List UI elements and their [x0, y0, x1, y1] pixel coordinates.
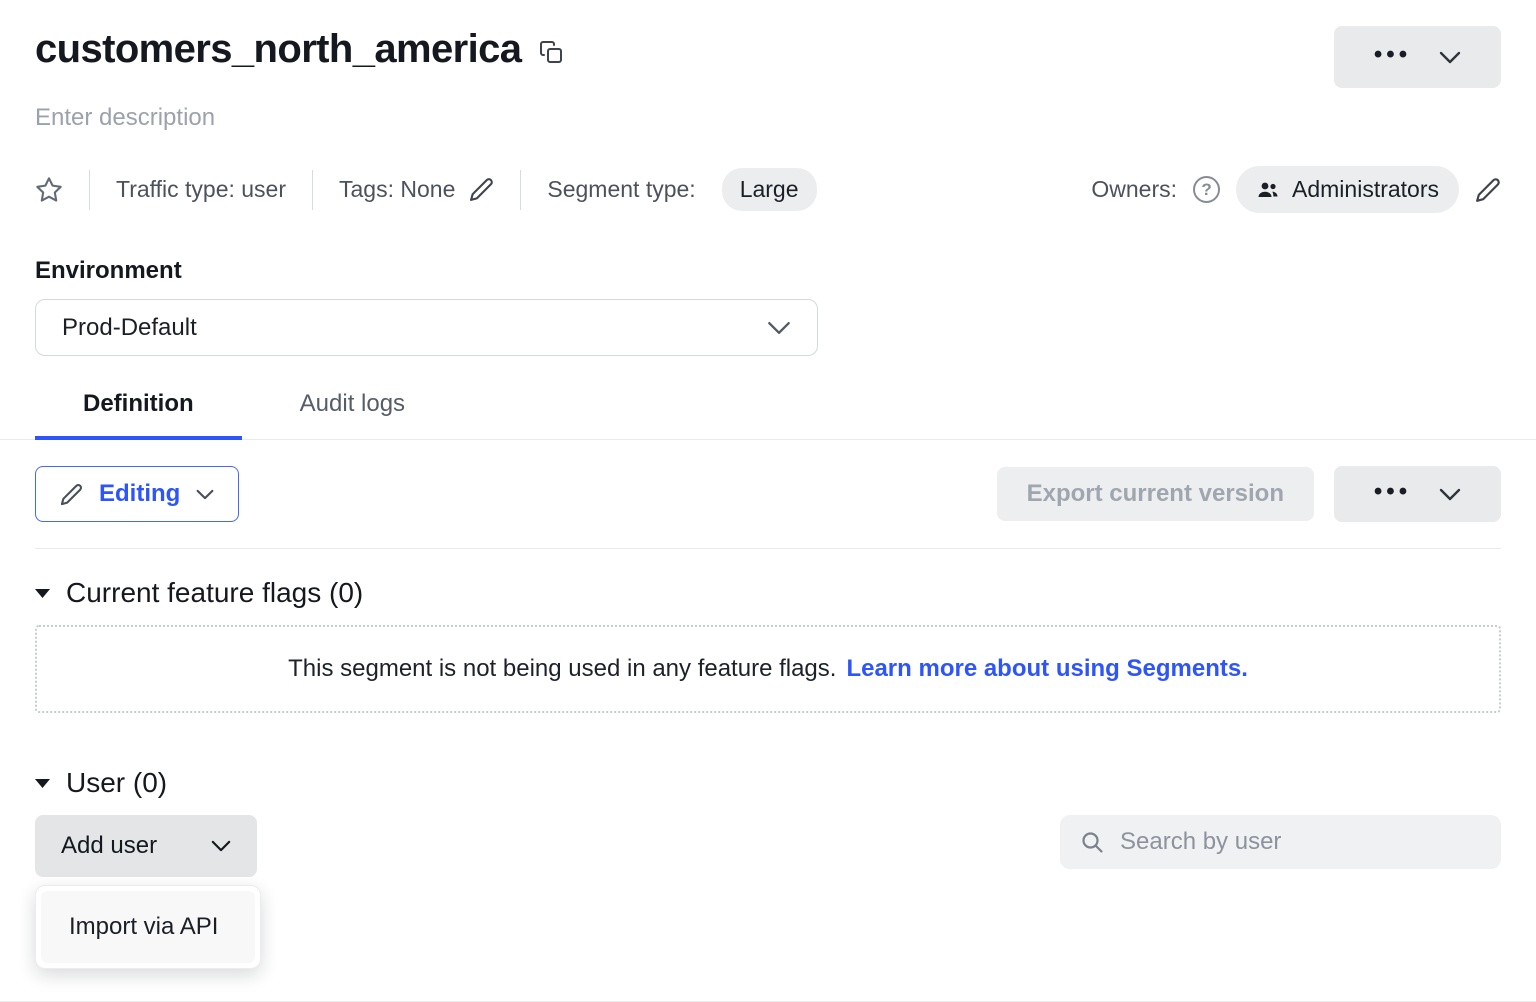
chevron-down-icon	[767, 321, 791, 335]
learn-more-link[interactable]: Learn more about using Segments.	[846, 655, 1247, 683]
traffic-type-label: Traffic type: user	[116, 176, 286, 203]
tab-definition[interactable]: Definition	[35, 390, 242, 440]
add-user-dropdown-menu: Import via API	[35, 885, 261, 969]
pencil-icon	[60, 483, 83, 506]
toolbar-more-menu-button[interactable]: •••	[1334, 466, 1501, 522]
edit-owners-icon[interactable]	[1475, 177, 1501, 203]
owners-value: Administrators	[1292, 176, 1439, 203]
editing-mode-button[interactable]: Editing	[35, 466, 239, 522]
segment-type-badge: Large	[722, 168, 817, 211]
ellipsis-icon: •••	[1374, 480, 1411, 504]
divider	[312, 170, 313, 210]
export-current-version-button[interactable]: Export current version	[997, 467, 1314, 521]
chevron-down-icon	[196, 489, 214, 500]
environment-select[interactable]: Prod-Default	[35, 299, 818, 356]
user-controls-row: Add user Import via API	[35, 815, 1501, 877]
owners-pill[interactable]: Administrators	[1236, 166, 1459, 213]
description-input[interactable]: Enter description	[35, 104, 1501, 132]
help-icon[interactable]: ?	[1193, 176, 1220, 203]
definition-toolbar: Editing Export current version •••	[35, 466, 1501, 522]
chevron-down-icon	[1439, 488, 1461, 501]
segment-type-label: Segment type:	[547, 176, 695, 203]
feature-flags-heading: Current feature flags (0)	[66, 577, 363, 609]
user-section-toggle[interactable]: User (0)	[35, 767, 1501, 799]
empty-state-text: This segment is not being used in any fe…	[288, 655, 836, 683]
page-title: customers_north_america	[35, 26, 521, 72]
tab-audit-logs[interactable]: Audit logs	[252, 390, 453, 440]
add-user-label: Add user	[61, 832, 157, 860]
tags-label: Tags: None	[339, 176, 455, 203]
divider	[35, 548, 1501, 549]
chevron-down-icon	[1439, 51, 1461, 64]
user-section-heading: User (0)	[66, 767, 167, 799]
add-user-button[interactable]: Add user	[35, 815, 257, 877]
meta-row: Traffic type: user Tags: None Segment ty…	[35, 166, 1501, 213]
edit-tags-icon[interactable]	[469, 177, 494, 202]
owners-label: Owners:	[1091, 176, 1177, 203]
header: customers_north_america •••	[35, 26, 1501, 88]
feature-flags-empty-state: This segment is not being used in any fe…	[35, 625, 1501, 713]
ellipsis-icon: •••	[1374, 43, 1411, 67]
tab-bar: Definition Audit logs	[0, 390, 1536, 440]
feature-flags-section-toggle[interactable]: Current feature flags (0)	[35, 577, 1501, 609]
segment-detail-page: customers_north_america ••• Enter descri…	[0, 0, 1536, 1002]
divider	[520, 170, 521, 210]
environment-selected-value: Prod-Default	[62, 314, 197, 342]
triangle-down-icon	[35, 779, 50, 788]
people-icon	[1256, 178, 1280, 202]
search-icon	[1080, 830, 1104, 854]
editing-label: Editing	[99, 480, 180, 508]
user-search[interactable]	[1060, 815, 1501, 869]
environment-label: Environment	[35, 257, 1501, 285]
chevron-down-icon	[211, 840, 231, 852]
triangle-down-icon	[35, 589, 50, 598]
divider	[89, 170, 90, 210]
star-icon[interactable]	[35, 176, 63, 204]
menu-item-import-via-api[interactable]: Import via API	[41, 891, 255, 963]
copy-icon[interactable]	[539, 38, 563, 66]
header-more-menu-button[interactable]: •••	[1334, 26, 1501, 88]
search-by-user-input[interactable]	[1118, 827, 1481, 857]
